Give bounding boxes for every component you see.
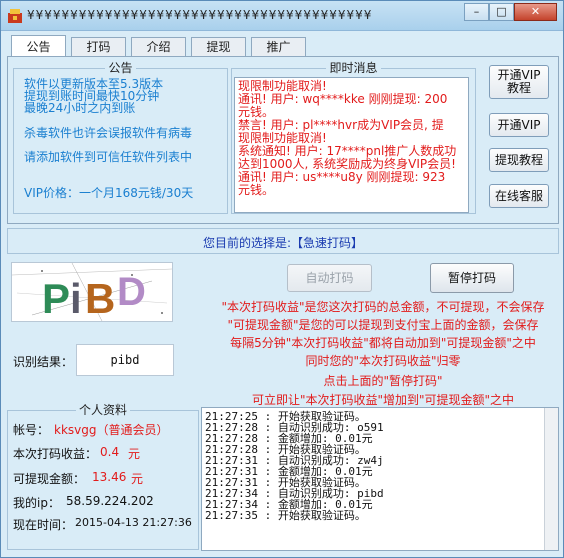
news-box[interactable]: 现限制功能取消! 通讯! 用户: wq****kke 刚刚提现: 200 元钱。… bbox=[234, 77, 469, 213]
app-window: ¥¥¥¥¥¥¥¥¥¥¥¥¥¥¥¥¥¥¥¥¥¥¥¥¥¥¥¥¥¥¥¥¥¥¥¥¥¥¥¥… bbox=[0, 0, 564, 558]
minimize-button[interactable]: – bbox=[464, 3, 489, 21]
notice-line: 杀毒软件也许会误报软件有病毒 bbox=[24, 126, 193, 140]
window-title: ¥¥¥¥¥¥¥¥¥¥¥¥¥¥¥¥¥¥¥¥¥¥¥¥¥¥¥¥¥¥¥¥¥¥¥¥¥¥¥¥ bbox=[27, 8, 373, 22]
earn-value: 0.4 bbox=[100, 445, 120, 459]
captcha-image: P i B D bbox=[11, 262, 173, 322]
choice-bar: 您目前的选择是:【急速打码】 bbox=[7, 228, 559, 254]
tab-coding[interactable]: 打码 bbox=[71, 37, 126, 56]
withdraw-unit: 元 bbox=[131, 472, 144, 486]
captcha-char: P bbox=[42, 275, 70, 322]
tab-withdraw[interactable]: 提现 bbox=[191, 37, 246, 56]
app-logo-icon bbox=[8, 9, 22, 23]
ip-value: 58.59.224.202 bbox=[66, 494, 154, 508]
recognition-label: 识别结果： bbox=[13, 355, 74, 369]
tab-introduction[interactable]: 介绍 bbox=[131, 37, 186, 56]
captcha-char: D bbox=[117, 270, 146, 314]
earn-unit: 元 bbox=[128, 447, 141, 461]
vip-tutorial-label-2: 教程 bbox=[506, 81, 531, 95]
time-value: 2015-04-13 21:27:36 bbox=[75, 516, 192, 529]
earn-label: 本次打码收益： bbox=[13, 447, 98, 461]
pause-code-button[interactable]: 暂停打码 bbox=[430, 263, 514, 293]
ip-label: 我的ip： bbox=[13, 496, 60, 510]
close-button[interactable]: ✕ bbox=[514, 3, 557, 21]
maximize-button[interactable]: □ bbox=[489, 3, 514, 21]
time-label: 现在时间： bbox=[13, 518, 74, 532]
account-label: 帐号： bbox=[13, 423, 50, 437]
log-scrollbar[interactable] bbox=[544, 408, 558, 550]
notice-title: 公告 bbox=[105, 61, 136, 75]
withdraw-label: 可提现金额： bbox=[13, 472, 86, 486]
captcha-char: i bbox=[70, 275, 82, 322]
profile-title: 个人资料 bbox=[75, 403, 130, 417]
recognition-result-field[interactable]: pibd bbox=[76, 344, 174, 376]
title-bar[interactable]: ¥¥¥¥¥¥¥¥¥¥¥¥¥¥¥¥¥¥¥¥¥¥¥¥¥¥¥¥¥¥¥¥¥¥¥¥¥¥¥¥… bbox=[1, 1, 563, 31]
news-title: 即时消息 bbox=[326, 61, 381, 75]
log-box[interactable]: 21:27:25 : 开始获取验证码。 21:27:28 : 自动识别成功: o… bbox=[201, 407, 559, 551]
info-line: 可立即让"本次打码收益"增加到"可提现金额"之中 bbox=[251, 393, 515, 407]
captcha-graphic: P i B D bbox=[12, 263, 172, 322]
tab-announcement[interactable]: 公告 bbox=[11, 35, 66, 56]
auto-code-button[interactable]: 自动打码 bbox=[287, 264, 372, 292]
withdraw-value: 13.46 bbox=[92, 470, 127, 484]
notice-line: 请添加软件到可信任软件列表中 bbox=[24, 150, 193, 164]
vip-tutorial-button[interactable]: 开通VIP 教程 bbox=[489, 65, 549, 99]
info-line: 每隔5分钟"本次打码收益"都将自动加到"可提现金额"之中 bbox=[230, 336, 536, 350]
account-value: kksvgg（普通会员） bbox=[54, 423, 169, 437]
info-line: "可提现金额"是您的可以提现到支付宝上面的金额，会保存 bbox=[227, 318, 539, 332]
notice-line: 最晚24小时之内到账 bbox=[24, 101, 136, 115]
info-line: "本次打码收益"是您这次打码的总金额，不可提现，不会保存 bbox=[221, 300, 545, 314]
open-vip-button[interactable]: 开通VIP bbox=[489, 113, 549, 137]
info-line: 同时您的"本次打码收益"归零 bbox=[305, 354, 461, 368]
news-line: 元钱。 bbox=[238, 183, 275, 197]
log-line: 21:27:35 : 开始获取验证码。 bbox=[205, 509, 366, 522]
notice-group: 公告 软件以更新版本至5.3版本 提现到账时间最快10分钟 最晚24小时之内到账… bbox=[13, 61, 228, 214]
notice-line: VIP价格：一个月168元钱/30天 bbox=[24, 186, 194, 200]
info-line: 点击上面的"暂停打码" bbox=[323, 374, 443, 388]
choice-text: 您目前的选择是:【急速打码】 bbox=[202, 236, 364, 250]
tab-promotion[interactable]: 推广 bbox=[251, 37, 306, 56]
withdraw-tutorial-button[interactable]: 提现教程 bbox=[489, 148, 549, 172]
online-service-button[interactable]: 在线客服 bbox=[489, 184, 549, 208]
captcha-char: B bbox=[85, 275, 115, 322]
